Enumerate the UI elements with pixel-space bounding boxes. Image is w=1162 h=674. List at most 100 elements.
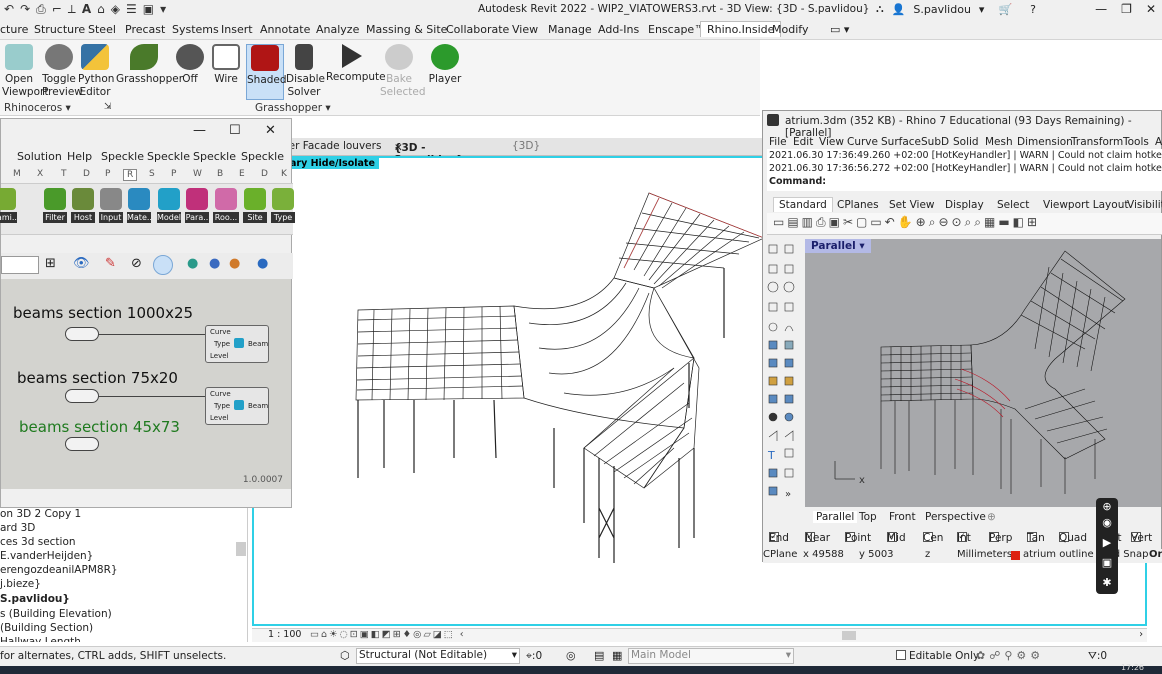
rhino-tab-viewport-layout[interactable]: Viewport Layout xyxy=(1043,199,1128,211)
gh-tab-m[interactable]: M xyxy=(13,169,21,179)
gh-slider-1[interactable] xyxy=(65,327,99,341)
close-icon[interactable]: ✕ xyxy=(1146,2,1156,16)
gh-comp-material[interactable]: Mate.. xyxy=(127,188,152,234)
rhino-tab-cplanes[interactable]: CPlanes xyxy=(837,199,879,211)
gh-comp-input[interactable]: Input xyxy=(99,188,123,234)
grasshopper-button[interactable]: Grasshopper xyxy=(116,44,183,86)
dimension-icon[interactable]: ⟂ xyxy=(68,2,76,17)
redo-icon[interactable]: ↷ xyxy=(20,2,30,17)
rhino-vtab-front[interactable]: Front xyxy=(889,511,916,523)
gh-comp-parameter[interactable]: Para.. xyxy=(185,188,209,234)
rhino-tab-visibility[interactable]: Visibilit xyxy=(1127,199,1162,211)
player-button[interactable]: Player xyxy=(428,44,462,86)
gh-tab-x[interactable]: X xyxy=(37,169,43,179)
ortho[interactable]: Or xyxy=(1149,549,1162,560)
panel-grasshopper[interactable]: Grasshopper ▾ xyxy=(255,102,331,114)
bake-selected-button[interactable]: Bake Selected xyxy=(380,44,426,99)
gh-menu-speckle-2[interactable]: Speckle xyxy=(147,150,190,163)
add-viewport-icon[interactable]: ⊕ xyxy=(987,511,996,523)
gh-tab-p2[interactable]: P xyxy=(171,169,176,179)
gh-brush-icon[interactable]: ✎ xyxy=(105,256,116,271)
rhino-menu-view[interactable]: View xyxy=(819,136,844,148)
rhino-parallel-viewport[interactable]: Parallel ▾ x xyxy=(805,239,1161,507)
tab-architecture[interactable]: cture xyxy=(0,23,28,36)
wire-button[interactable]: Wire xyxy=(210,44,242,86)
filter-count[interactable]: ⛛:0 xyxy=(1088,650,1107,663)
user-name[interactable]: S.pavlidou xyxy=(913,3,971,16)
minimize-icon[interactable]: — xyxy=(1095,2,1107,16)
restore-icon[interactable]: ❐ xyxy=(1121,2,1132,16)
gh-sketch-icon[interactable]: ⊞ xyxy=(45,256,56,271)
gh-zoom-select[interactable] xyxy=(1,256,39,274)
gh-tab-d2[interactable]: D xyxy=(261,169,268,179)
rhino-menu-file[interactable]: File xyxy=(769,136,787,148)
rhino-menu-subd[interactable]: SubD xyxy=(921,136,949,148)
open-viewport-button[interactable]: Open Viewport xyxy=(2,44,48,99)
design-options-icon[interactable]: ▤ xyxy=(594,649,604,662)
gh-menu-speckle-3[interactable]: Speckle xyxy=(193,150,236,163)
browser-item[interactable]: (Building Section) xyxy=(0,622,93,634)
rhino-menu-curve[interactable]: Curve xyxy=(847,136,878,148)
gh-canvas[interactable]: beams section 1000x25 Curve Type Level B… xyxy=(1,279,291,489)
panel-rhinoceros[interactable]: Rhinoceros ▾ xyxy=(4,102,71,114)
gh-comp-site[interactable]: Site xyxy=(243,188,267,234)
gh-tab-t[interactable]: T xyxy=(61,169,67,179)
gh-tab-d[interactable]: D xyxy=(83,169,90,179)
gh-menu-help[interactable]: Help xyxy=(67,150,92,163)
gh-menu-solution[interactable]: Solution xyxy=(17,150,62,163)
gh-menu-speckle-1[interactable]: Speckle xyxy=(101,150,144,163)
selection-toggles[interactable]: ✿☍⚲⚙⚙ xyxy=(976,649,1044,662)
python-editor-button[interactable]: Python Editor xyxy=(78,44,114,99)
rhino-left-toolbar[interactable]: T » xyxy=(763,241,799,519)
rhino-tab-display[interactable]: Display xyxy=(945,199,984,211)
view-control-icons[interactable]: ▭⌂☀◌⊡▣◧◩⊞♦◎▱◪⬚ ‹ xyxy=(310,629,466,640)
gh-material-icon[interactable]: ● xyxy=(229,256,240,271)
gh-maximize-icon[interactable]: ☐ xyxy=(229,123,241,138)
rhino-tab-set-view[interactable]: Set View xyxy=(889,199,935,211)
gh-slider-2[interactable] xyxy=(65,389,99,403)
close-tab-icon[interactable]: ✕ xyxy=(394,142,403,154)
tab-collaborate[interactable]: Collaborate xyxy=(446,23,509,36)
browser-item[interactable]: ces 3d section xyxy=(0,536,76,548)
units[interactable]: Millimeters xyxy=(957,549,1012,560)
rhino-toolbar-icons[interactable]: ▭▤▥⎙▣✂▢▭↶✋⊕⌕⊖⊙⌕⌕▦▬◧⊞ xyxy=(773,215,1040,230)
close-hidden-icon[interactable]: ▣ xyxy=(143,2,154,17)
rhino-viewport-title[interactable]: Parallel ▾ xyxy=(805,239,871,253)
gh-comp-host[interactable]: Host xyxy=(71,188,95,234)
tab-systems[interactable]: Systems xyxy=(172,23,219,36)
browser-item[interactable]: ard 3D xyxy=(0,522,35,534)
panel-launcher-icon[interactable]: ⇲ xyxy=(104,102,112,112)
ribbon-options-icon[interactable]: ▭ ▾ xyxy=(830,23,849,36)
camera-icon[interactable]: ◉ xyxy=(1100,516,1114,529)
scroll-right-icon[interactable]: › xyxy=(1139,629,1143,640)
tab-facade-louvers[interactable]: der Facade louvers xyxy=(282,140,381,152)
browser-item[interactable]: E.vanderHeijden} xyxy=(0,550,93,562)
recompute-button[interactable]: Recompute xyxy=(326,44,386,84)
sync-icon[interactable]: ◎ xyxy=(566,649,576,662)
tab-insert[interactable]: Insert xyxy=(221,23,253,36)
browser-item[interactable]: Hallway Length xyxy=(0,636,81,642)
user-icon[interactable]: 👤 xyxy=(892,3,906,16)
rhino-menu-solid[interactable]: Solid xyxy=(953,136,979,148)
rhino-menu-tools[interactable]: Tools xyxy=(1123,136,1149,148)
rhino-menu-more[interactable]: A xyxy=(1155,136,1162,148)
3d-view-icon[interactable]: ⌂ xyxy=(97,2,105,17)
editable-only-toggle[interactable]: Editable Only xyxy=(896,650,979,662)
tab-steel[interactable]: Steel xyxy=(88,23,116,36)
tab-manage[interactable]: Manage xyxy=(548,23,592,36)
gh-comp-room[interactable]: Roo... xyxy=(213,188,239,234)
cplane-label[interactable]: CPlane xyxy=(763,549,797,560)
qat-dropdown-icon[interactable]: ▾ xyxy=(160,2,166,17)
editing-requests[interactable]: ⌖:0 xyxy=(526,650,542,663)
gh-tab-s[interactable]: S xyxy=(149,169,155,179)
browser-item[interactable]: on 3D 2 Copy 1 xyxy=(0,508,81,520)
rhino-tab-select[interactable]: Select xyxy=(997,199,1029,211)
tab-analyze[interactable]: Analyze xyxy=(316,23,359,36)
measure-icon[interactable]: ⌐ xyxy=(52,2,62,17)
tab-add-ins[interactable]: Add-Ins xyxy=(598,23,639,36)
tab-3d[interactable]: {3D} xyxy=(512,140,540,152)
rhino-menu-surface[interactable]: Surface xyxy=(881,136,921,148)
gh-comp-family[interactable]: Fami.. xyxy=(0,188,17,234)
gh-bake-icon[interactable]: ● xyxy=(187,256,198,271)
gh-add-beam-component-1[interactable]: Curve Type Level Beam xyxy=(205,325,269,363)
